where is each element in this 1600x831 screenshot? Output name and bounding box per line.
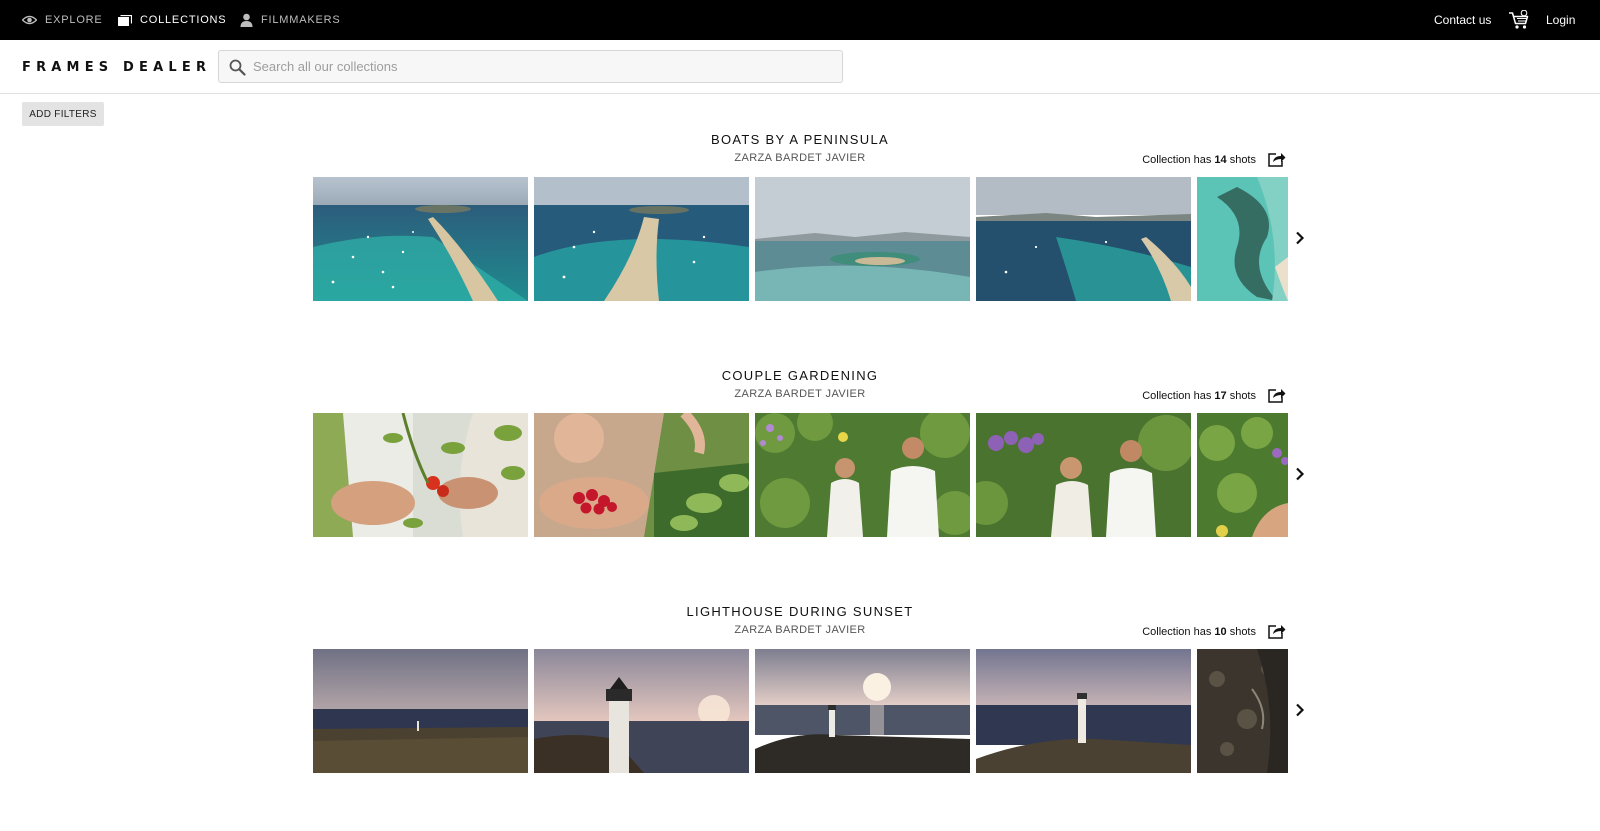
lighthouse-cliff-sun-image — [755, 649, 970, 773]
shots-count-text: Collection has 17 shots — [1142, 390, 1256, 402]
collection-row: LIGHTHOUSE DURING SUNSET ZARZA BARDET JA… — [0, 604, 1600, 804]
aerial-island-image — [755, 177, 970, 301]
aerial-peninsula-image — [534, 177, 749, 301]
collection-author[interactable]: ZARZA BARDET JAVIER — [600, 152, 1000, 164]
thumbnail-strip — [313, 649, 1288, 773]
picking-tomatoes-image — [313, 413, 528, 537]
search-box[interactable] — [218, 50, 843, 83]
shots-count-text: Collection has 10 shots — [1142, 626, 1256, 638]
eye-icon — [22, 15, 37, 25]
lemon-tree-image — [1197, 413, 1288, 537]
lighthouse-sunset-image — [534, 649, 749, 773]
nav-explore-label: EXPLORE — [45, 14, 103, 26]
collection-author[interactable]: ZARZA BARDET JAVIER — [600, 624, 1000, 636]
add-filters-button[interactable]: ADD FILTERS — [22, 102, 104, 126]
share-icon — [1268, 153, 1286, 167]
next-arrow-button[interactable] — [1292, 230, 1308, 246]
shot-thumbnail[interactable] — [976, 649, 1191, 773]
shot-thumbnail[interactable] — [976, 413, 1191, 537]
shots-prefix: Collection has — [1142, 390, 1215, 402]
collection-row: BOATS BY A PENINSULA ZARZA BARDET JAVIER… — [0, 132, 1600, 332]
nav-collections[interactable]: COLLECTIONS — [118, 0, 226, 40]
shot-thumbnail[interactable] — [1197, 649, 1288, 773]
shot-thumbnail[interactable] — [313, 649, 528, 773]
nav-explore[interactable]: EXPLORE — [22, 0, 103, 40]
collection-title[interactable]: BOATS BY A PENINSULA — [600, 132, 1000, 147]
site-logo[interactable]: FRAMES DEALER — [22, 60, 211, 75]
shots-count-text: Collection has 14 shots — [1142, 154, 1256, 166]
shot-thumbnail[interactable] — [534, 177, 749, 301]
thumbnail-strip — [313, 413, 1288, 537]
aerial-peninsula-image — [313, 177, 528, 301]
chevron-right-icon — [1296, 231, 1305, 245]
top-navigation-bar: EXPLORE COLLECTIONS FILMMAKERS Contact u… — [0, 0, 1600, 40]
strawberries-hands-image — [534, 413, 749, 537]
shots-prefix: Collection has — [1142, 154, 1215, 166]
nav-filmmakers-label: FILMMAKERS — [261, 14, 341, 26]
shot-thumbnail[interactable] — [755, 413, 970, 537]
shot-thumbnail[interactable] — [976, 177, 1191, 301]
collection-author[interactable]: ZARZA BARDET JAVIER — [600, 388, 1000, 400]
nav-collections-label: COLLECTIONS — [140, 14, 227, 26]
collection-title[interactable]: LIGHTHOUSE DURING SUNSET — [600, 604, 1000, 619]
aerial-rocks-image — [1197, 649, 1288, 773]
shots-suffix: shots — [1226, 154, 1256, 166]
collection-title[interactable]: COUPLE GARDENING — [600, 368, 1000, 383]
shot-thumbnail[interactable] — [534, 413, 749, 537]
cart-button[interactable] — [1508, 9, 1530, 30]
couple-laughing-garden-image — [755, 413, 970, 537]
shot-thumbnail[interactable] — [313, 177, 528, 301]
shot-thumbnail[interactable] — [755, 649, 970, 773]
search-input[interactable] — [253, 51, 838, 82]
share-button[interactable] — [1268, 623, 1286, 639]
person-icon — [240, 13, 253, 27]
cart-icon — [1509, 9, 1529, 29]
search-icon — [229, 59, 246, 76]
shot-thumbnail[interactable] — [1197, 413, 1288, 537]
chevron-right-icon — [1296, 703, 1305, 717]
share-icon — [1268, 625, 1286, 639]
share-icon — [1268, 389, 1286, 403]
lighthouse-aerial-image — [976, 649, 1191, 773]
cape-dusk-image — [313, 649, 528, 773]
collections-icon — [118, 14, 132, 26]
nav-filmmakers[interactable]: FILMMAKERS — [240, 0, 341, 40]
shot-thumbnail[interactable] — [534, 649, 749, 773]
share-button[interactable] — [1268, 387, 1286, 403]
shots-suffix: shots — [1226, 626, 1256, 638]
aerial-shallow-water-image — [1197, 177, 1288, 301]
shots-count: 14 — [1214, 154, 1227, 166]
next-arrow-button[interactable] — [1292, 702, 1308, 718]
contact-us-link[interactable]: Contact us — [1434, 0, 1491, 40]
collection-row: COUPLE GARDENING ZARZA BARDET JAVIER Col… — [0, 368, 1600, 568]
shot-thumbnail[interactable] — [1197, 177, 1288, 301]
shots-suffix: shots — [1226, 390, 1256, 402]
chevron-right-icon — [1296, 467, 1305, 481]
thumbnail-strip — [313, 177, 1288, 301]
shots-prefix: Collection has — [1142, 626, 1215, 638]
shot-thumbnail[interactable] — [755, 177, 970, 301]
shots-count: 10 — [1214, 626, 1227, 638]
header: FRAMES DEALER — [0, 40, 1600, 94]
share-button[interactable] — [1268, 151, 1286, 167]
aerial-coast-image — [976, 177, 1191, 301]
next-arrow-button[interactable] — [1292, 466, 1308, 482]
shot-thumbnail[interactable] — [313, 413, 528, 537]
login-link[interactable]: Login — [1546, 0, 1575, 40]
shots-count: 17 — [1214, 390, 1227, 402]
couple-feeding-garden-image — [976, 413, 1191, 537]
